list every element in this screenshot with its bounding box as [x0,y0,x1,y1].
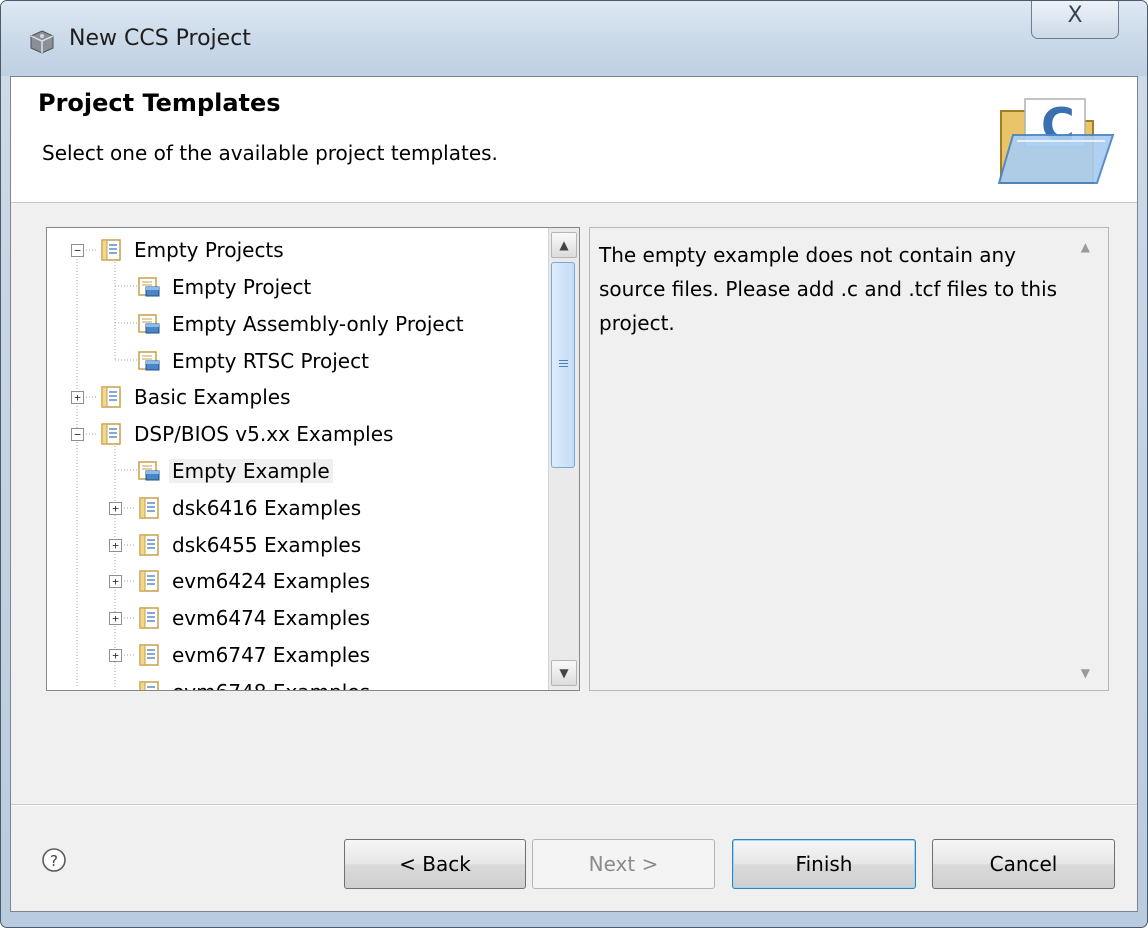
template-folder-icon [101,423,121,445]
next-button[interactable]: Next > [532,839,715,889]
tree-scrollbar[interactable]: ▲ ▼ [548,228,579,690]
tree-item-label: DSP/BIOS v5.xx Examples [134,422,394,446]
tree-item-label: evm6747 Examples [172,643,371,667]
window-title: New CCS Project [69,26,251,51]
expand-icon[interactable]: + [109,575,122,588]
project-icon [138,277,160,297]
tree-item-evm6424-examples[interactable]: evm6424 Examples [137,566,373,596]
tree-item-label: dsk6455 Examples [172,533,362,557]
title-bar[interactable]: New CCS Project X [1,1,1147,76]
template-folder-icon [139,497,159,519]
project-icon [138,351,160,371]
close-button[interactable]: X [1031,1,1119,39]
project-icon [138,314,160,334]
tree-item-label: dsk6416 Examples [172,496,362,520]
expand-icon[interactable]: + [109,539,122,552]
template-tree[interactable]: − + − + + + + + Empty Projects Empty Pro… [46,227,580,691]
expand-icon[interactable]: + [109,649,122,662]
scroll-up-icon[interactable]: ▲ [1081,240,1090,254]
tree-item-label: Basic Examples [134,385,291,409]
tree-item-dspbios-examples[interactable]: DSP/BIOS v5.xx Examples [99,419,396,449]
cancel-button[interactable]: Cancel [932,839,1115,889]
template-folder-icon [139,644,159,666]
expand-icon[interactable]: + [71,391,84,404]
template-folder-icon [139,681,159,690]
tree-item-empty-project[interactable]: Empty Project [137,272,314,302]
collapse-icon[interactable]: − [71,428,84,441]
scroll-down-icon[interactable]: ▼ [551,660,577,686]
collapse-icon[interactable]: − [71,244,84,257]
tree-item-empty-example[interactable]: Empty Example [137,456,333,486]
template-folder-icon [139,570,159,592]
tree-item-label: Empty Assembly-only Project [172,312,464,336]
template-folder-icon [139,607,159,629]
tree-item-empty-projects[interactable]: Empty Projects [99,235,287,265]
tree-item-dsk6455-examples[interactable]: dsk6455 Examples [137,530,364,560]
tree-item-label: Empty Example [169,459,333,483]
tree-item-evm6747-examples[interactable]: evm6747 Examples [137,640,373,670]
tree-item-empty-assembly-only-project[interactable]: Empty Assembly-only Project [137,309,467,339]
page-description: Select one of the available project temp… [42,141,498,165]
app-icon [30,30,54,54]
dialog-window: New CCS Project X Project Templates Sele… [0,0,1148,928]
template-folder-icon [101,239,121,261]
tree-item-basic-examples[interactable]: Basic Examples [99,382,294,412]
tree-item-label: evm6474 Examples [172,606,371,630]
help-icon[interactable]: ? [40,846,68,874]
tree-item-label: evm6424 Examples [172,569,371,593]
c-folder-icon: C [997,98,1115,184]
finish-button[interactable]: Finish [732,839,916,889]
tree-item-label: Empty RTSC Project [172,349,369,373]
tree-item-empty-rtsc-project[interactable]: Empty RTSC Project [137,346,372,376]
scroll-down-icon[interactable]: ▼ [1081,666,1090,680]
tree-item-evm6748-examples[interactable]: evm6748 Examples [137,677,373,690]
project-icon [138,461,160,481]
scroll-up-icon[interactable]: ▲ [551,232,577,258]
template-folder-icon [101,386,121,408]
expand-icon[interactable]: + [109,612,122,625]
tree-item-evm6474-examples[interactable]: evm6474 Examples [137,603,373,633]
svg-text:?: ? [50,852,58,870]
dialog-content: Project Templates Select one of the avai… [10,76,1138,912]
tree-item-label: Empty Projects [134,238,284,262]
template-description: The empty example does not contain any s… [589,227,1109,691]
close-icon: X [1067,3,1083,28]
description-text: The empty example does not contain any s… [599,243,1058,335]
tree-item-label: evm6748 Examples [169,680,373,690]
scroll-thumb[interactable] [551,262,575,468]
expand-icon[interactable]: + [109,502,122,515]
page-title: Project Templates [38,89,281,117]
back-button[interactable]: < Back [344,839,526,889]
template-folder-icon [139,534,159,556]
tree-item-dsk6416-examples[interactable]: dsk6416 Examples [137,493,364,523]
wizard-header: Project Templates Select one of the avai… [11,77,1137,203]
tree-item-label: Empty Project [172,275,312,299]
